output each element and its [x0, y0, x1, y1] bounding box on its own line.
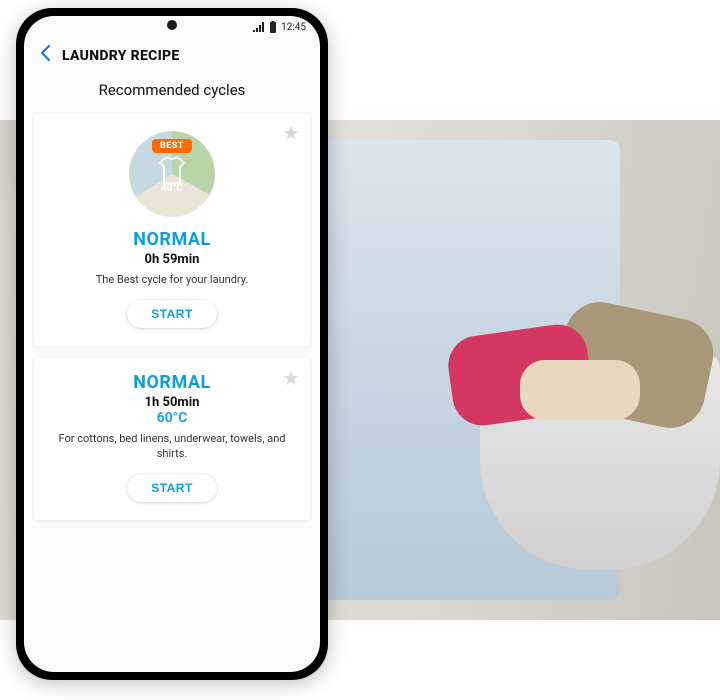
cycle-card: ★ BEST 40°C NORMAL 0h 59min The Best cyc…: [34, 113, 310, 346]
battery-icon: [269, 21, 277, 33]
start-button[interactable]: START: [127, 474, 217, 502]
thumb-temp: 40°C: [161, 183, 183, 194]
favorite-icon[interactable]: ★: [282, 366, 300, 390]
cycle-card: ★ NORMAL 1h 50min 60°C For cottons, bed …: [34, 358, 310, 520]
cycle-name: NORMAL: [50, 229, 294, 250]
front-camera-icon: [167, 20, 177, 30]
cycle-desc: For cottons, bed linens, underwear, towe…: [54, 432, 290, 462]
top-bar: LAUNDRY RECIPE: [24, 36, 320, 77]
section-heading: Recommended cycles: [24, 77, 320, 113]
cycle-name: NORMAL: [50, 372, 294, 393]
phone-screen: 12:45 LAUNDRY RECIPE Recommended cycles …: [24, 16, 320, 672]
best-badge: BEST: [152, 139, 192, 153]
cycle-duration: 1h 50min: [50, 395, 294, 410]
back-button[interactable]: [38, 44, 52, 67]
start-button[interactable]: START: [127, 300, 217, 328]
laundry-pile: [430, 300, 710, 440]
favorite-icon[interactable]: ★: [282, 121, 300, 145]
cycle-duration: 0h 59min: [50, 252, 294, 267]
cycle-thumbnail: BEST 40°C: [129, 131, 215, 217]
phone-frame: 12:45 LAUNDRY RECIPE Recommended cycles …: [16, 8, 328, 680]
page-title: LAUNDRY RECIPE: [62, 48, 180, 64]
cycle-temp: 60°C: [50, 410, 294, 426]
signal-icon: [253, 22, 265, 32]
cycle-desc: The Best cycle for your laundry.: [54, 273, 290, 288]
shirt-icon: [156, 155, 188, 185]
status-time: 12:45: [281, 22, 306, 33]
